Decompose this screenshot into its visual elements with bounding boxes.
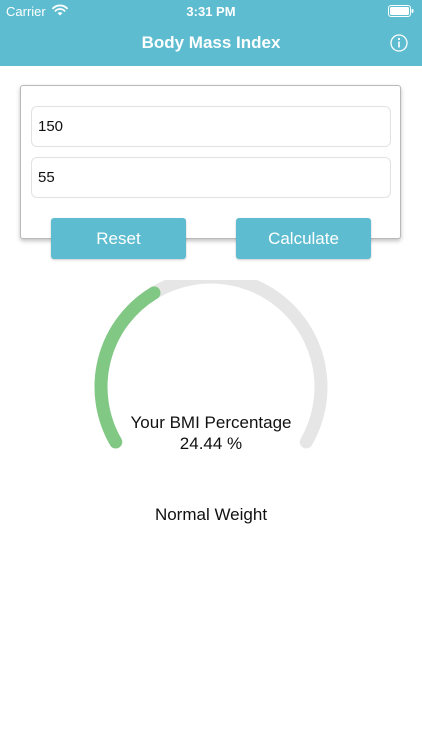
input-card <box>20 85 401 239</box>
app-screen: Carrier 3:31 PM Body Mass Index Reset Ca… <box>0 0 422 750</box>
height-field[interactable] <box>31 106 391 147</box>
info-icon[interactable] <box>390 34 408 52</box>
bmi-label: Your BMI Percentage <box>130 413 292 432</box>
status-time: 3:31 PM <box>186 4 236 19</box>
page-title: Body Mass Index <box>141 33 281 52</box>
reset-button[interactable]: Reset <box>51 218 186 259</box>
status-bar: Carrier 3:31 PM <box>0 0 422 22</box>
header: Carrier 3:31 PM Body Mass Index <box>0 0 422 66</box>
battery-icon <box>388 5 414 17</box>
weight-category: Normal Weight <box>154 505 268 524</box>
bmi-gauge <box>94 280 328 449</box>
bmi-value: 24.44 % <box>179 434 243 453</box>
calculate-button[interactable]: Calculate <box>236 218 371 259</box>
weight-field[interactable] <box>31 157 391 198</box>
